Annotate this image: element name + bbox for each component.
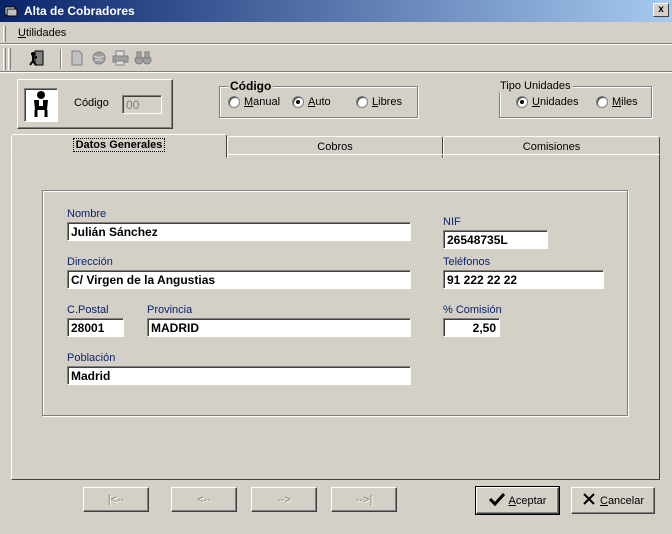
cancel-label: Cancelar	[599, 494, 645, 507]
tab-datos-generales[interactable]: Datos Generales	[11, 134, 227, 158]
printer-icon	[112, 50, 130, 69]
menu-utilidades[interactable]: Utilidades	[18, 27, 66, 39]
nif-field[interactable]: 26548735L	[443, 230, 548, 249]
codigo-label: Código	[74, 97, 109, 109]
direccion-label: Dirección	[67, 256, 113, 268]
cancel-button[interactable]: Cancelar	[571, 487, 655, 514]
units-group-legend: Tipo Unidades	[498, 80, 573, 92]
nav-next-label: -->	[277, 493, 291, 506]
tab-datos-generales-label: Datos Generales	[72, 138, 166, 152]
toolbar-separator	[60, 49, 62, 69]
codigo-group: Código Manual Auto Libres	[219, 79, 418, 118]
toolbar-grip-2	[8, 48, 11, 70]
radio-miles[interactable]: Miles	[596, 96, 638, 108]
exit-button[interactable]	[25, 48, 47, 70]
nav-prev-label: <--	[197, 493, 211, 506]
close-icon: x	[658, 4, 664, 15]
nombre-field[interactable]: Julián Sánchez	[67, 222, 411, 241]
accept-label: Aceptar	[508, 494, 547, 507]
units-group: Tipo Unidades Unidades Miles	[498, 80, 652, 118]
radio-miles-label: Miles	[612, 96, 638, 108]
menu-bar: Utilidades	[0, 24, 672, 43]
radio-manual[interactable]: Manual	[228, 96, 280, 108]
nombre-label: Nombre	[67, 208, 107, 220]
toolbar-separator-bottom	[0, 71, 672, 73]
title-bar: Alta de Cobradores x	[0, 0, 672, 22]
radio-miles-dot	[596, 96, 608, 108]
x-cancel-icon	[582, 492, 596, 510]
radio-unidades[interactable]: Unidades	[516, 96, 579, 108]
nav-first-button[interactable]: |<--	[83, 487, 149, 512]
exit-door-icon	[27, 49, 45, 70]
app-icon	[4, 4, 18, 18]
header-code-panel: Código 00	[17, 79, 173, 129]
telefonos-label: Teléfonos	[443, 256, 491, 268]
cpostal-label: C.Postal	[67, 304, 109, 316]
globe-button[interactable]	[88, 48, 110, 70]
radio-manual-dot	[228, 96, 240, 108]
nif-label: NIF	[443, 216, 461, 228]
radio-auto[interactable]: Auto	[292, 96, 331, 108]
nav-next-button[interactable]: -->	[251, 487, 317, 512]
tab-comisiones-label: Comisiones	[522, 141, 581, 153]
toolbar	[0, 45, 672, 71]
radio-unidades-dot	[516, 96, 528, 108]
globe-icon	[91, 50, 107, 69]
radio-unidades-label: Unidades	[532, 96, 579, 108]
close-button[interactable]: x	[653, 3, 669, 17]
accept-button[interactable]: Aceptar	[475, 486, 560, 515]
radio-libres-label: Libres	[372, 96, 402, 108]
radio-libres-dot	[356, 96, 368, 108]
provincia-field[interactable]: MADRID	[147, 318, 411, 337]
nav-first-label: |<--	[107, 493, 125, 506]
print-button[interactable]	[110, 48, 132, 70]
radio-libres[interactable]: Libres	[356, 96, 402, 108]
nav-last-label: -->|	[355, 493, 373, 506]
comision-label: % Comisión	[443, 304, 502, 316]
search-button[interactable]	[132, 48, 154, 70]
telefonos-field[interactable]: 91 222 22 22	[443, 270, 604, 289]
cpostal-field[interactable]: 28001	[67, 318, 124, 337]
check-icon	[488, 492, 505, 510]
avatar	[24, 88, 58, 122]
toolbar-grip	[3, 48, 6, 70]
collector-person-icon	[29, 90, 53, 121]
codigo-group-legend: Código	[228, 79, 274, 93]
provincia-label: Provincia	[147, 304, 193, 316]
poblacion-field[interactable]: Madrid	[67, 366, 411, 385]
radio-manual-label: Manual	[244, 96, 281, 108]
document-icon	[70, 50, 84, 69]
binoculars-icon	[134, 50, 152, 69]
codigo-field: 00	[122, 95, 162, 114]
new-document-button[interactable]	[66, 48, 88, 70]
direccion-field[interactable]: C/ Virgen de la Angustias	[67, 270, 411, 289]
nav-prev-button[interactable]: <--	[171, 487, 237, 512]
menu-grip	[3, 26, 6, 42]
window-title: Alta de Cobradores	[24, 4, 135, 18]
poblacion-label: Población	[67, 352, 116, 364]
tab-cobros-label: Cobros	[317, 141, 353, 153]
nav-last-button[interactable]: -->|	[331, 487, 397, 512]
radio-auto-label: Auto	[308, 96, 331, 108]
comision-field[interactable]: 2,50	[443, 318, 500, 337]
radio-auto-dot	[292, 96, 304, 108]
